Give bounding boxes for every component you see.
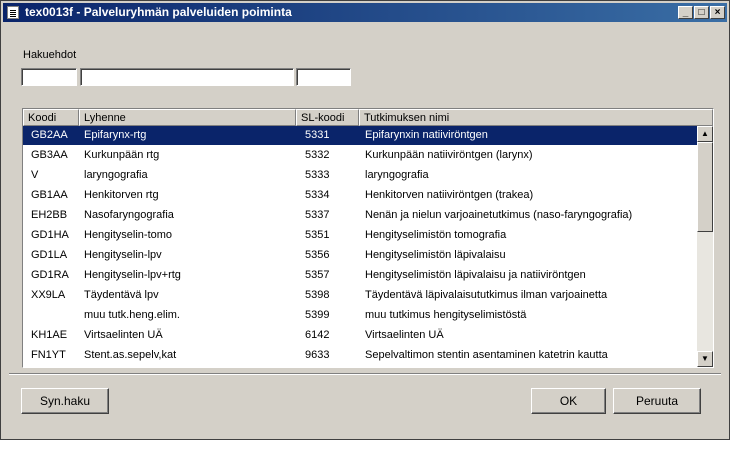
cell-abbrev: Täydentävä lpv	[84, 289, 159, 301]
cell-code: V	[31, 169, 39, 181]
cell-code: EH2BB	[31, 209, 68, 221]
results-table: Koodi Lyhenne SL-koodi Tutkimuksen nimi …	[22, 108, 714, 368]
table-row[interactable]: KH1AE Virtsaelinten UÄ 6142 Virtsaelinten U…	[23, 326, 698, 345]
search-abbrev-input[interactable]	[80, 68, 294, 86]
cell-sl-code: 5337	[305, 209, 330, 221]
minimize-icon[interactable]: _	[678, 6, 693, 19]
table-row[interactable]: GD1HA Hengityselin-tomo 5351 Hengityselimis…	[23, 226, 698, 245]
cell-name: laryngografia	[365, 169, 429, 181]
cell-abbrev: Virtsaelinten UÄ	[84, 329, 163, 341]
document-icon	[7, 6, 19, 19]
col-header-sl-code[interactable]: SL-koodi	[296, 109, 359, 126]
table-row[interactable]: GD1RA Hengityselin-lpv+rtg 5357 Hengityseli…	[23, 266, 698, 285]
table-row[interactable]: GB3AA Kurkunpään rtg 5332 Kurkunpään natiiv…	[23, 146, 698, 165]
cell-name: Nenän ja nielun varjoainetutkimus (naso-…	[365, 209, 633, 221]
cell-code: XX9LA	[31, 289, 66, 301]
cell-code: GD1HA	[31, 229, 69, 241]
cell-code: GB2AA	[31, 129, 68, 141]
scroll-thumb[interactable]	[697, 142, 713, 232]
table-row[interactable]: XX9LA Täydentävä lpv 5398 Täydentävä läpiva…	[23, 286, 698, 305]
cell-code: FN1YT	[31, 349, 66, 361]
cell-sl-code: 5332	[305, 149, 330, 161]
cell-sl-code: 5334	[305, 189, 330, 201]
table-row[interactable]: GB2AA Epifarynx-rtg 5331 Epifarynxin natiiv…	[23, 126, 698, 145]
table-header: Koodi Lyhenne SL-koodi Tutkimuksen nimi	[23, 109, 713, 126]
scroll-down-icon[interactable]: ▼	[697, 351, 713, 367]
search-label: Hakuehdot	[23, 49, 77, 61]
cell-sl-code: 5398	[305, 289, 330, 301]
cell-name: Henkitorven natiiviröntgen (trakea)	[365, 189, 534, 201]
cell-sl-code: 5331	[305, 129, 330, 141]
cell-abbrev: Henkitorven rtg	[84, 189, 159, 201]
cell-name: Hengityselimistön tomografia	[365, 229, 507, 241]
cell-code: KH1AE	[31, 329, 68, 341]
cell-name: Kurkunpään natiiviröntgen (larynx)	[365, 149, 533, 161]
syn-search-button[interactable]: Syn.haku	[21, 388, 109, 414]
cell-abbrev: Hengityselin-lpv	[84, 249, 162, 261]
cell-code: GD1LA	[31, 249, 68, 261]
search-sl-code-input[interactable]	[296, 68, 351, 86]
cell-code: GB1AA	[31, 189, 68, 201]
cell-abbrev: Stent.as.sepelv,kat	[84, 349, 177, 361]
cell-sl-code: 5357	[305, 269, 330, 281]
cell-name: Virtsaelinten UÄ	[365, 329, 444, 341]
cell-sl-code: 5351	[305, 229, 330, 241]
cell-abbrev: Nasofaryngografia	[84, 209, 174, 221]
cell-code: GD1RA	[31, 269, 69, 281]
table-row[interactable]: FN1YT Stent.as.sepelv,kat 9633 Sepelvaltimo…	[23, 346, 698, 365]
table-row[interactable]: GB1AA Henkitorven rtg 5334 Henkitorven nati…	[23, 186, 698, 205]
table-row[interactable]: EH2BB Nasofaryngografia 5337 Nenän ja nielu…	[23, 206, 698, 225]
cell-name: Hengityselimistön läpivalaisu ja natiivi…	[365, 269, 586, 281]
col-header-abbrev[interactable]: Lyhenne	[79, 109, 296, 126]
ok-button[interactable]: OK	[531, 388, 606, 414]
cell-name: Hengityselimistön läpivalaisu	[365, 249, 506, 261]
table-row[interactable]: muu tutk.heng.elim. 5399 muu tutkimus heng…	[23, 306, 698, 325]
cell-abbrev: muu tutk.heng.elim.	[84, 309, 180, 321]
cell-code: GB3AA	[31, 149, 68, 161]
cell-abbrev: Hengityselin-tomo	[84, 229, 173, 241]
dialog-window: tex0013f - Palveluryhmän palveluiden poi…	[0, 0, 730, 440]
col-header-name[interactable]: Tutkimuksen nimi	[359, 109, 713, 126]
cell-sl-code: 5356	[305, 249, 330, 261]
cell-name: Täydentävä läpivalaisututkimus ilman var…	[365, 289, 608, 301]
cell-name: Sepelvaltimon stentin asentaminen katetr…	[365, 349, 608, 361]
cell-name: Epifarynxin natiiviröntgen	[365, 129, 488, 141]
cell-abbrev: Kurkunpään rtg	[84, 149, 160, 161]
vertical-scrollbar[interactable]: ▲ ▼	[697, 126, 713, 367]
cell-abbrev: Epifarynx-rtg	[84, 129, 147, 141]
col-header-code[interactable]: Koodi	[23, 109, 79, 126]
table-row[interactable]: Vlaryngografia 5333 laryngografia	[23, 166, 698, 185]
table-row[interactable]: GD1LA Hengityselin-lpv 5356 Hengityselimist…	[23, 246, 698, 265]
divider	[9, 373, 721, 375]
window-title: tex0013f - Palveluryhmän palveluiden poi…	[25, 5, 292, 19]
cell-sl-code: 5399	[305, 309, 330, 321]
cancel-button[interactable]: Peruuta	[613, 388, 701, 414]
cell-sl-code: 6142	[305, 329, 330, 341]
cell-name: muu tutkimus hengityselimistöstä	[365, 309, 527, 321]
title-bar[interactable]: tex0013f - Palveluryhmän palveluiden poi…	[3, 3, 727, 22]
scroll-up-icon[interactable]: ▲	[697, 126, 713, 142]
maximize-icon[interactable]: □	[694, 6, 709, 19]
search-code-input[interactable]	[21, 68, 77, 86]
close-icon[interactable]: ×	[710, 6, 725, 19]
cell-sl-code: 9633	[305, 349, 330, 361]
cell-sl-code: 5333	[305, 169, 330, 181]
cell-abbrev: laryngografia	[84, 169, 148, 181]
cell-abbrev: Hengityselin-lpv+rtg	[84, 269, 181, 281]
